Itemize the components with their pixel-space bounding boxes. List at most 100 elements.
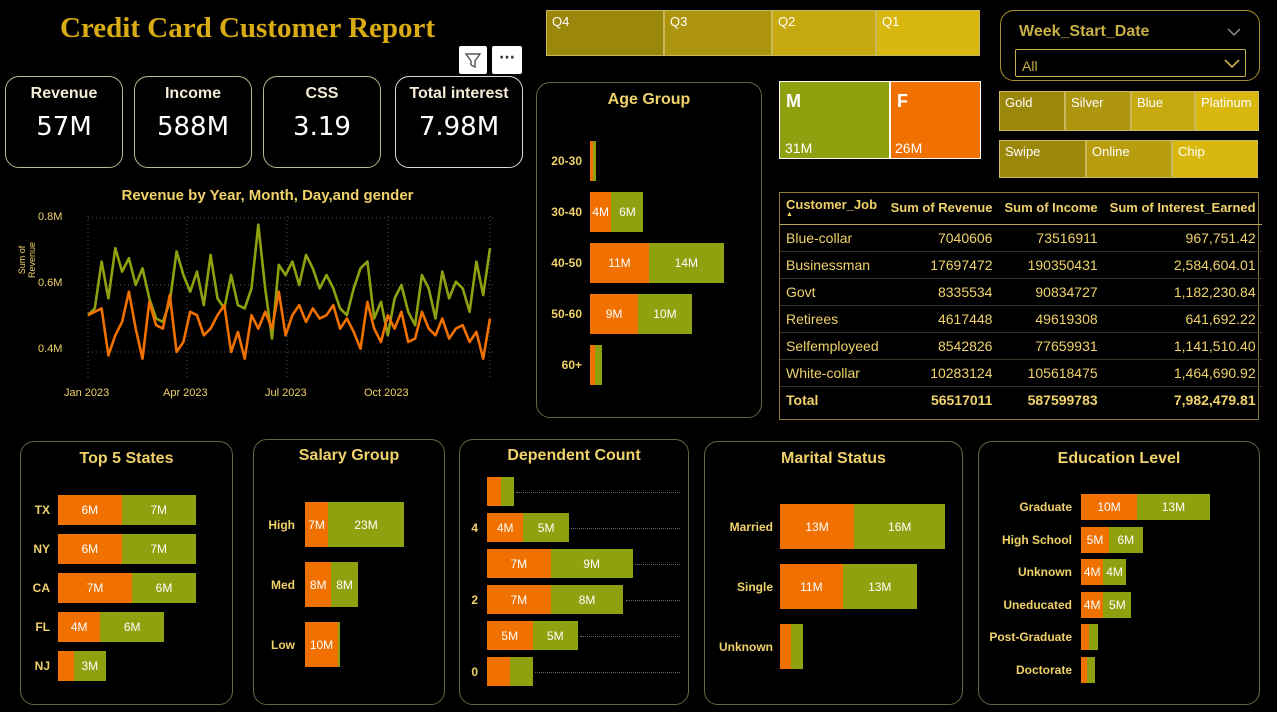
column-header[interactable]: Customer_Job ▲ (780, 193, 885, 225)
category-label: 20-30 (551, 154, 582, 168)
data-label: 3M (81, 659, 99, 673)
chart-title: Top 5 States (79, 450, 174, 467)
week-slicer-label: Week_Start_Date (1019, 23, 1150, 40)
age-group-chart: Age Group 20-30 30-40 4M 6M 40-50 11M 14M 50-60… (536, 82, 762, 418)
category-label: 50-60 (551, 307, 582, 321)
data-label: 8M (578, 592, 596, 607)
gender-tile-f[interactable]: F 26M (890, 81, 981, 159)
data-label: 7M (510, 592, 528, 607)
bar-segment[interactable] (595, 345, 602, 385)
gridline (625, 599, 680, 601)
data-label: 4M (1083, 565, 1101, 579)
data-label: 4M (1083, 597, 1101, 612)
gridline (570, 527, 680, 529)
chart-title: Marital Status (781, 450, 886, 467)
data-label: 7M (86, 581, 104, 595)
chip-slicer-chip[interactable]: Chip (1172, 140, 1258, 178)
gender-label: F (897, 91, 908, 111)
card-slicer-blue[interactable]: Blue (1131, 91, 1195, 131)
data-label: 10M (653, 307, 677, 321)
series-line-1[interactable] (87, 290, 492, 360)
kpi-card-total-interest: Total interest 7.98M (395, 76, 523, 168)
bar-segment[interactable] (487, 657, 510, 686)
education-level-chart: Education Level Graduate 10M 13M High Schoo… (978, 441, 1260, 705)
chart-title: Age Group (607, 91, 691, 108)
salary-group-chart: Salary Group High 7M 23M Med 8M 8M Low 10M (253, 439, 445, 705)
week-slicer: Week_Start_Date All (1000, 10, 1260, 81)
category-label: NJ (34, 659, 50, 673)
data-label: 14M (674, 256, 698, 270)
data-label: 7M (150, 542, 168, 556)
bar-segment[interactable] (780, 624, 792, 669)
data-label: 4M (70, 620, 88, 634)
bar-segment[interactable] (509, 657, 533, 686)
data-label: 6M (1117, 532, 1135, 547)
quarter-slicer-q4[interactable]: Q4 (546, 10, 664, 56)
data-label: 5M (537, 520, 555, 535)
line-plot-area (87, 216, 496, 380)
data-label: 16M (888, 519, 912, 534)
bar-segment[interactable] (487, 477, 501, 506)
data-label: 10M (1097, 500, 1121, 514)
column-header[interactable]: Sum of Revenue (884, 193, 999, 225)
gender-value: 31M (785, 140, 813, 156)
gridline (580, 635, 680, 637)
kpi-label: Income (164, 85, 221, 102)
table-row[interactable]: Businessman 17697472 190350431 2,584,604.01 (780, 251, 1262, 279)
category-label: CA (32, 581, 50, 595)
kpi-value: 3.19 (293, 112, 351, 142)
bar-segment[interactable] (1081, 624, 1090, 650)
quarter-slicer-q2[interactable]: Q2 (772, 10, 876, 56)
bar-segment[interactable] (791, 624, 803, 669)
data-label: 8M (336, 577, 353, 592)
kpi-card-css: CSS 3.19 (263, 76, 381, 168)
chip-slicer-swipe[interactable]: Swipe (999, 140, 1086, 178)
top-states-chart: Top 5 States TX 6M 7M NY 6M 7M CA 7M 6M FL 4M 6M NJ 3… (20, 441, 233, 705)
data-label: 5M (1086, 532, 1104, 547)
gender-value: 26M (895, 140, 923, 156)
data-label: 9M (605, 307, 623, 321)
category-label: High School (1002, 532, 1072, 547)
category-label: TX (34, 503, 50, 517)
bar-segment[interactable] (58, 651, 74, 681)
bar-segment[interactable] (1086, 656, 1095, 683)
card-slicer-gold[interactable]: Gold (999, 91, 1065, 131)
gender-tile-m[interactable]: M 31M (779, 81, 890, 159)
gender-label: M (786, 91, 801, 111)
category-label: Med (271, 577, 295, 592)
bar-segment[interactable] (1089, 624, 1098, 650)
data-label: 8M (309, 577, 327, 592)
card-slicer-platinum[interactable]: Platinum (1195, 91, 1259, 131)
chart-title: Education Level (1057, 450, 1181, 467)
data-label: 11M (608, 256, 631, 270)
column-header[interactable]: Sum of Interest_Earned (1103, 193, 1262, 225)
category-label: High (268, 517, 295, 532)
gridline (634, 563, 680, 565)
category-label: FL (35, 620, 50, 634)
table-row[interactable]: Blue-collar 7040606 73516911 967,751.42 (780, 224, 1262, 252)
category-label: 4 (471, 520, 478, 535)
quarter-slicer-q1[interactable]: Q1 (876, 10, 980, 56)
table-row[interactable]: Govt 8335534 90834727 1,182,230.84 (780, 278, 1262, 306)
data-label: 6M (81, 503, 99, 517)
dependent-count-chart: Dependent Count 4 4M 5M 7M 9M 2 7M 8M 5M 5M 0 (459, 439, 689, 705)
column-header[interactable]: Sum of Income (998, 193, 1104, 225)
table-row[interactable]: Retirees 4617448 49619308 641,692.22 (780, 305, 1262, 333)
table-row[interactable]: White-collar 10283124 105618475 1,464,690.9… (780, 359, 1262, 387)
category-label: Uneducated (1003, 597, 1072, 612)
quarter-slicer-q3[interactable]: Q3 (664, 10, 772, 56)
filter-icon[interactable] (459, 46, 487, 74)
bar-segment[interactable] (338, 622, 340, 667)
data-label: 6M (619, 205, 636, 219)
data-label: 13M (1161, 500, 1186, 514)
bar-segment[interactable] (592, 141, 597, 181)
chevron-down-icon[interactable] (1227, 27, 1241, 37)
more-options-icon[interactable]: ··· (492, 46, 522, 74)
data-label: 4M (1106, 565, 1123, 579)
data-label: 6M (81, 542, 99, 556)
bar-segment[interactable] (500, 477, 515, 506)
chip-slicer-online[interactable]: Online (1086, 140, 1172, 178)
table-row[interactable]: Selfemployeed 8542826 77659931 1,141,510.40 (780, 332, 1262, 360)
card-slicer-silver[interactable]: Silver (1065, 91, 1131, 131)
week-slicer-dropdown[interactable]: All (1015, 49, 1246, 77)
